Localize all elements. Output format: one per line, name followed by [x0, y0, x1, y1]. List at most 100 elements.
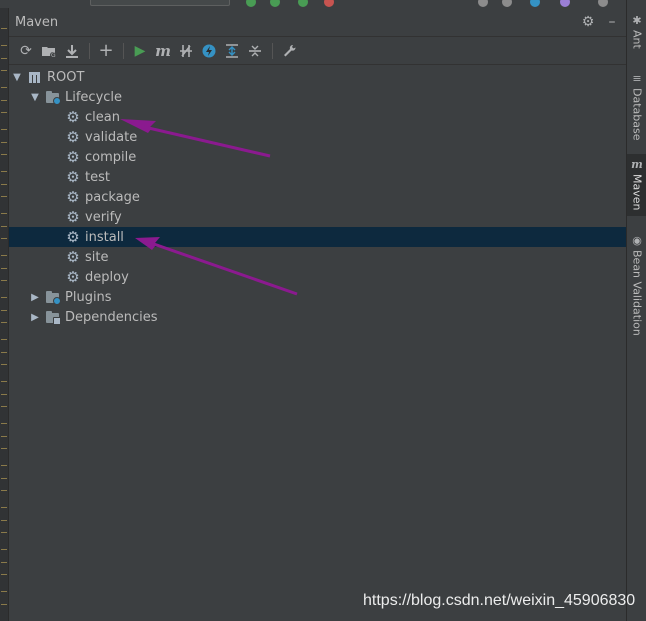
wrench-icon[interactable] — [278, 40, 300, 62]
sidebar-tab-database[interactable]: ≡ Database — [627, 72, 646, 141]
lifecycle-phase-label: validate — [85, 129, 138, 145]
gutter-mark — [1, 322, 7, 323]
maven-icon: m — [631, 158, 643, 171]
collapsed-arrow-icon[interactable]: ▶ — [29, 292, 41, 303]
tree-node-label: Lifecycle — [65, 89, 123, 105]
lifecycle-phase-deploy[interactable]: ⚙ deploy — [9, 267, 626, 287]
download-icon[interactable] — [61, 40, 83, 62]
lifecycle-phase-label: site — [85, 249, 109, 265]
gutter-mark — [1, 226, 7, 227]
gutter-mark — [1, 112, 7, 113]
gutter-mark — [1, 394, 7, 395]
sidebar-tab-label: Database — [630, 88, 644, 141]
expanded-arrow-icon[interactable]: ▼ — [29, 92, 41, 103]
lifecycle-phase-label: compile — [85, 149, 137, 165]
gutter-mark — [1, 591, 7, 592]
offline-mode-icon[interactable] — [198, 40, 220, 62]
maven-toolbar: ⟳ G + ▶ m — [9, 37, 626, 65]
gutter-mark — [1, 381, 7, 382]
sidebar-tab-ant[interactable]: ✱ Ant — [627, 14, 646, 49]
gear-icon: ⚙ — [66, 208, 80, 226]
generate-sources-icon[interactable]: G — [38, 40, 60, 62]
gutter-mark — [1, 562, 7, 563]
gutter-mark — [1, 280, 7, 281]
sdk-icon[interactable] — [560, 0, 570, 7]
collapse-all-icon[interactable] — [244, 40, 266, 62]
gear-icon[interactable]: ⚙ — [580, 14, 596, 30]
lifecycle-phase-test[interactable]: ⚙ test — [9, 167, 626, 187]
run-configuration-selector[interactable] — [90, 0, 230, 6]
toolbar-separator — [89, 42, 90, 59]
lifecycle-phase-label: deploy — [85, 269, 129, 285]
collapsed-arrow-icon[interactable]: ▶ — [29, 312, 41, 323]
gutter-mark — [1, 238, 7, 239]
lifecycle-phase-label: verify — [85, 209, 122, 225]
lifecycle-phase-site[interactable]: ⚙ site — [9, 247, 626, 267]
gutter-mark — [1, 310, 7, 311]
gear-icon: ⚙ — [66, 148, 80, 166]
tree-node-label: Dependencies — [65, 309, 158, 325]
gutter-mark — [1, 532, 7, 533]
run-icon[interactable] — [270, 0, 280, 7]
gear-icon: ⚙ — [66, 248, 80, 266]
lifecycle-phase-label: test — [85, 169, 110, 185]
gutter-mark — [1, 406, 7, 407]
project-structure-icon[interactable] — [530, 0, 540, 7]
stop-icon[interactable] — [324, 0, 334, 7]
ide-top-strip — [0, 0, 626, 8]
lifecycle-phase-install[interactable]: ⚙ install — [9, 227, 626, 247]
maven-projects-tree[interactable]: ▼ ROOT ▼ Lifecycle ⚙ clean ⚙ validate ⚙ compi… — [9, 65, 626, 327]
sidebar-tab-bean-validation[interactable]: ◉ Bean Validation — [627, 234, 646, 336]
lifecycle-phase-clean[interactable]: ⚙ clean — [9, 107, 626, 127]
search-icon[interactable] — [598, 0, 608, 7]
gutter-mark — [1, 465, 7, 466]
lifecycle-phase-label: install — [85, 229, 124, 245]
maven-project-icon — [27, 69, 43, 85]
gutter-mark — [1, 100, 7, 101]
search-everywhere-icon[interactable] — [478, 0, 488, 7]
lifecycle-phase-verify[interactable]: ⚙ verify — [9, 207, 626, 227]
minimize-icon[interactable]: – — [604, 14, 620, 30]
gutter-mark — [1, 70, 7, 71]
lifecycle-phase-compile[interactable]: ⚙ compile — [9, 147, 626, 167]
gear-icon: ⚙ — [66, 128, 80, 146]
tree-node-plugins[interactable]: ▶ Plugins — [9, 287, 626, 307]
settings-icon[interactable] — [502, 0, 512, 7]
bean-validation-icon: ◉ — [632, 234, 642, 247]
ant-icon: ✱ — [632, 14, 642, 27]
run-icon[interactable]: ▶ — [129, 40, 151, 62]
tree-node-root[interactable]: ▼ ROOT — [9, 67, 626, 87]
gutter-mark — [1, 297, 7, 298]
build-icon[interactable] — [246, 0, 256, 7]
gutter-mark — [1, 58, 7, 59]
lifecycle-phase-validate[interactable]: ⚙ validate — [9, 127, 626, 147]
reload-icon[interactable]: ⟳ — [15, 40, 37, 62]
add-icon[interactable]: + — [95, 40, 117, 62]
right-tool-window-bar: ✱ Ant ≡ Database m Maven ◉ Bean Validati… — [626, 0, 646, 621]
expanded-arrow-icon[interactable]: ▼ — [11, 72, 23, 83]
gutter-mark — [1, 574, 7, 575]
gear-icon: ⚙ — [66, 228, 80, 246]
tree-node-lifecycle[interactable]: ▼ Lifecycle — [9, 87, 626, 107]
gutter-mark — [1, 520, 7, 521]
gutter-mark — [1, 339, 7, 340]
tree-node-dependencies[interactable]: ▶ Dependencies — [9, 307, 626, 327]
gutter-mark — [1, 154, 7, 155]
lifecycle-phase-label: clean — [85, 109, 120, 125]
maven-goal-icon[interactable]: m — [152, 40, 174, 62]
sidebar-tab-maven[interactable]: m Maven — [627, 154, 646, 217]
toolbar-separator — [272, 42, 273, 59]
gutter-mark — [1, 490, 7, 491]
gutter-mark — [1, 436, 7, 437]
sidebar-tab-label: Bean Validation — [630, 250, 644, 336]
lifecycle-phase-package[interactable]: ⚙ package — [9, 187, 626, 207]
skip-tests-icon[interactable] — [175, 40, 197, 62]
gear-icon: ⚙ — [66, 168, 80, 186]
gutter-mark — [1, 142, 7, 143]
maven-tool-window: Maven ⚙ – ⟳ G + ▶ m ▼ ROOT ▼ Lifecycle ⚙… — [9, 8, 626, 621]
debug-icon[interactable] — [298, 0, 308, 7]
gutter-mark — [1, 28, 7, 29]
gear-icon: ⚙ — [66, 188, 80, 206]
show-dependencies-icon[interactable] — [221, 40, 243, 62]
gutter-mark — [1, 448, 7, 449]
